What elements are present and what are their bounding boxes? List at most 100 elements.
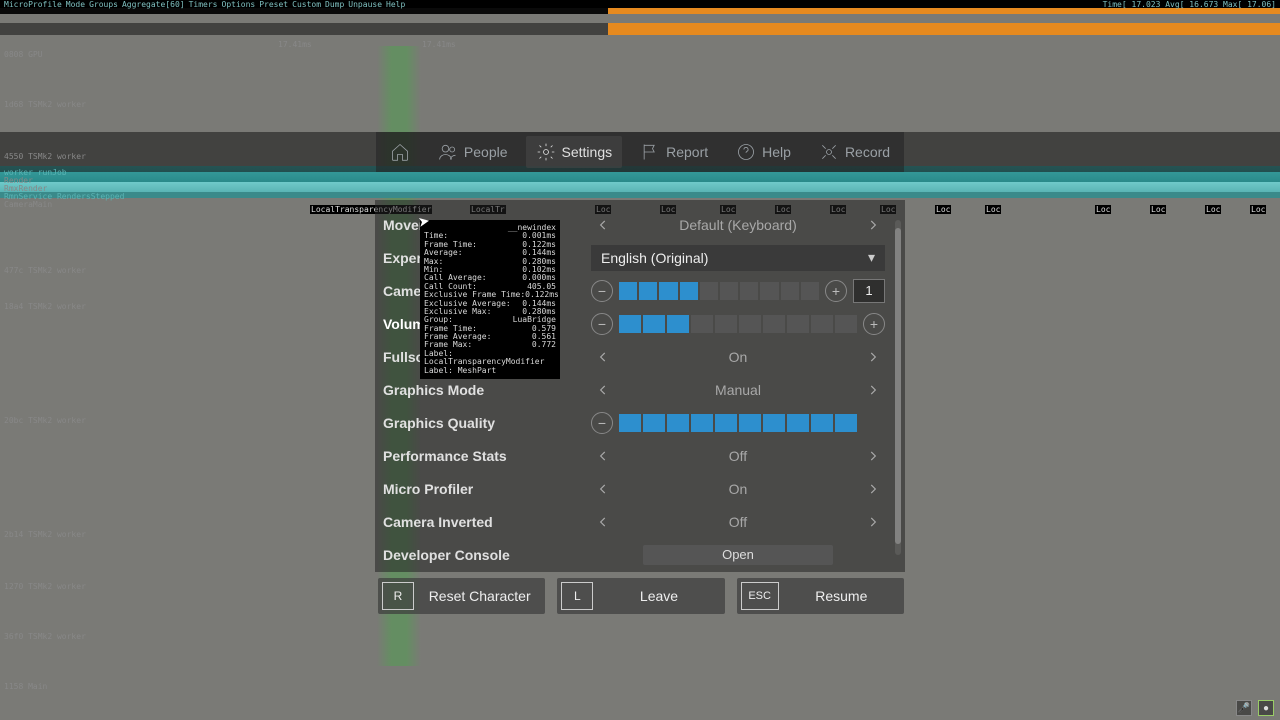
mp-item[interactable]: Preset — [259, 0, 288, 9]
decrement-button[interactable]: − — [591, 412, 613, 434]
tab-label: People — [464, 144, 508, 160]
button-label: Resume — [779, 588, 904, 604]
tab-report[interactable]: Report — [630, 136, 718, 168]
mp-item[interactable]: Timers — [189, 0, 218, 9]
chevron-left-icon[interactable] — [591, 378, 615, 402]
scrollbar-thumb[interactable] — [895, 228, 901, 544]
setting-label: Performance Stats — [383, 448, 583, 464]
gear-icon — [536, 142, 556, 162]
mp-item[interactable]: Help — [386, 0, 405, 9]
slider-segment[interactable] — [715, 414, 737, 432]
mp-item[interactable]: MicroProfile — [4, 0, 62, 9]
mp-item[interactable]: Unpause — [348, 0, 382, 9]
status-dot-icon[interactable]: ● — [1258, 700, 1274, 716]
chevron-right-icon[interactable] — [861, 477, 885, 501]
mp-item[interactable]: Custom — [292, 0, 321, 9]
thread-label: 18a4 TSMk2 worker — [4, 302, 86, 311]
mp-item[interactable]: Groups — [89, 0, 118, 9]
slider-segment[interactable] — [739, 315, 761, 333]
slider-segment[interactable] — [667, 414, 689, 432]
slider-segment[interactable] — [680, 282, 698, 300]
mp-item[interactable]: Mode — [66, 0, 85, 9]
chevron-right-icon[interactable] — [861, 444, 885, 468]
slider-segment[interactable] — [715, 315, 737, 333]
volume-slider[interactable] — [619, 315, 857, 333]
reset-character-button[interactable]: R Reset Character — [378, 578, 545, 614]
thread-label: 1270 TSMk2 worker — [4, 582, 86, 591]
mp-item[interactable]: Options — [222, 0, 256, 9]
decrement-button[interactable]: − — [591, 280, 613, 302]
slider-segment[interactable] — [619, 282, 637, 300]
slider-segment[interactable] — [740, 282, 758, 300]
language-dropdown[interactable]: English (Original) ▾ — [591, 245, 885, 271]
slider-segment[interactable] — [781, 282, 799, 300]
tab-people[interactable]: People — [428, 136, 518, 168]
thread-label: 477c TSMk2 worker — [4, 266, 86, 275]
chevron-left-icon[interactable] — [591, 213, 615, 237]
profiler-event: Loc — [935, 205, 951, 214]
slider-segment[interactable] — [835, 414, 857, 432]
profiler-event: Loc — [1205, 205, 1221, 214]
flag-icon — [640, 142, 660, 162]
slider-segment[interactable] — [720, 282, 738, 300]
slider-segment[interactable] — [639, 282, 657, 300]
slider-segment[interactable] — [760, 282, 778, 300]
scrollbar[interactable] — [895, 220, 901, 555]
slider-segment[interactable] — [811, 414, 833, 432]
thread-label: 20bc TSMk2 worker — [4, 416, 86, 425]
chevron-left-icon[interactable] — [591, 510, 615, 534]
slider-segment[interactable] — [619, 315, 641, 333]
slider-segment[interactable] — [643, 315, 665, 333]
tab-label: Record — [845, 144, 890, 160]
setting-value: Default (Keyboard) — [679, 217, 797, 233]
tab-record[interactable]: Record — [809, 136, 900, 168]
slider-segment[interactable] — [811, 315, 833, 333]
profiler-tooltip: __newindexTime:0.001msFrame Time:0.122ms… — [420, 220, 560, 379]
setting-label: Developer Console — [383, 547, 583, 563]
slider-segment[interactable] — [691, 414, 713, 432]
thread-label: 2b14 TSMk2 worker — [4, 530, 86, 539]
mic-icon[interactable]: 🎤 — [1236, 700, 1252, 716]
setting-value: On — [729, 349, 748, 365]
slider-segment[interactable] — [691, 315, 713, 333]
chevron-right-icon[interactable] — [861, 378, 885, 402]
slider-segment[interactable] — [763, 414, 785, 432]
open-dev-console-button[interactable]: Open — [643, 545, 833, 565]
graphics-quality-slider[interactable] — [619, 414, 857, 432]
slider-segment[interactable] — [763, 315, 785, 333]
mp-item[interactable]: Aggregate[60] — [122, 0, 185, 9]
resume-button[interactable]: ESC Resume — [737, 578, 904, 614]
slider-segment[interactable] — [619, 414, 641, 432]
slider-segment[interactable] — [835, 315, 857, 333]
chevron-left-icon[interactable] — [591, 345, 615, 369]
camera-sensitivity-slider[interactable] — [619, 282, 819, 300]
slider-segment[interactable] — [739, 414, 761, 432]
mp-item[interactable]: Dump — [325, 0, 344, 9]
slider-segment[interactable] — [643, 414, 665, 432]
slider-segment[interactable] — [659, 282, 677, 300]
chevron-left-icon[interactable] — [591, 444, 615, 468]
slider-segment[interactable] — [667, 315, 689, 333]
tab-help[interactable]: Help — [726, 136, 801, 168]
home-icon — [390, 142, 410, 162]
thread-label: 36f0 TSMk2 worker — [4, 632, 86, 641]
increment-button[interactable]: + — [825, 280, 847, 302]
tab-settings[interactable]: Settings — [526, 136, 623, 168]
tab-home[interactable] — [380, 136, 420, 168]
slider-segment[interactable] — [787, 315, 809, 333]
chevron-right-icon[interactable] — [861, 345, 885, 369]
leave-button[interactable]: L Leave — [557, 578, 724, 614]
chevron-right-icon[interactable] — [861, 213, 885, 237]
setting-label: Micro Profiler — [383, 481, 583, 497]
chevron-left-icon[interactable] — [591, 477, 615, 501]
chevron-right-icon[interactable] — [861, 510, 885, 534]
decrement-button[interactable]: − — [591, 313, 613, 335]
increment-button[interactable]: + — [863, 313, 885, 335]
setting-value: Off — [729, 448, 747, 464]
slider-segment[interactable] — [801, 282, 819, 300]
sensitivity-value[interactable]: 1 — [853, 279, 885, 303]
slider-segment[interactable] — [787, 414, 809, 432]
microprofile-menubar[interactable]: MicroProfile Mode Groups Aggregate[60] T… — [0, 0, 1280, 8]
profiler-event: Loc — [985, 205, 1001, 214]
slider-segment[interactable] — [700, 282, 718, 300]
